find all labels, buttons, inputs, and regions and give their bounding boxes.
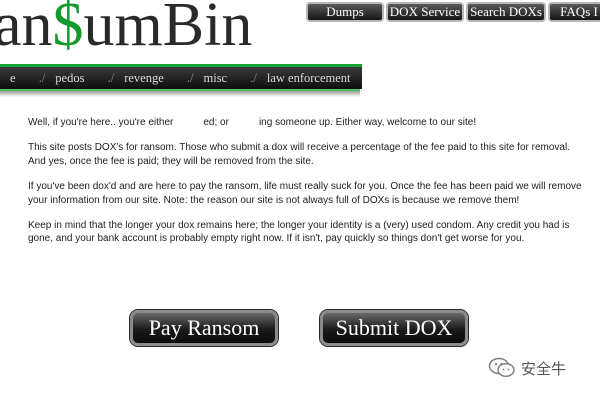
wechat-icon [488, 357, 515, 378]
nav-search-doxs-button[interactable]: Search DOXs [466, 2, 546, 22]
pay-ransom-button[interactable]: Pay Ransom [130, 310, 278, 346]
watermark-text: 安全牛 [521, 359, 567, 378]
submit-dox-button[interactable]: Submit DOX [320, 310, 468, 346]
category-home-link[interactable]: e [0, 67, 26, 89]
category-bar: e ./pedos ./revenge ./misc ./law enforce… [0, 67, 362, 89]
logo-dollar-sign: $ [52, 0, 84, 59]
category-misc-link[interactable]: ./misc [187, 67, 237, 89]
nav-dox-service-button[interactable]: DOX Service [386, 2, 464, 22]
ransom-paragraph: If you've been dox'd and are here to pay… [28, 181, 582, 206]
site-logo[interactable]: an$umBin [0, 0, 252, 56]
nav-dumps-button[interactable]: Dumps [306, 2, 384, 22]
category-pedos-link[interactable]: ./pedos [39, 67, 95, 89]
watermark: 安全牛 [488, 357, 566, 379]
category-bar-shadow [0, 91, 360, 97]
welcome-content: Well, if you're here.. you're either ed; … [28, 116, 584, 258]
category-law-enforcement-link[interactable]: ./law enforcement [250, 67, 360, 89]
logo-text-end: umBin [83, 0, 253, 59]
warning-paragraph: Keep in mind that the longer your dox re… [28, 220, 570, 245]
intro-paragraph: Well, if you're here.. you're either ed; … [28, 117, 477, 128]
category-revenge-link[interactable]: ./revenge [108, 67, 174, 89]
about-paragraph: This site posts DOX's for ransom. Those … [28, 142, 570, 167]
logo-text-start: an [0, 0, 53, 59]
nav-faqs-button[interactable]: FAQs I [548, 2, 600, 22]
